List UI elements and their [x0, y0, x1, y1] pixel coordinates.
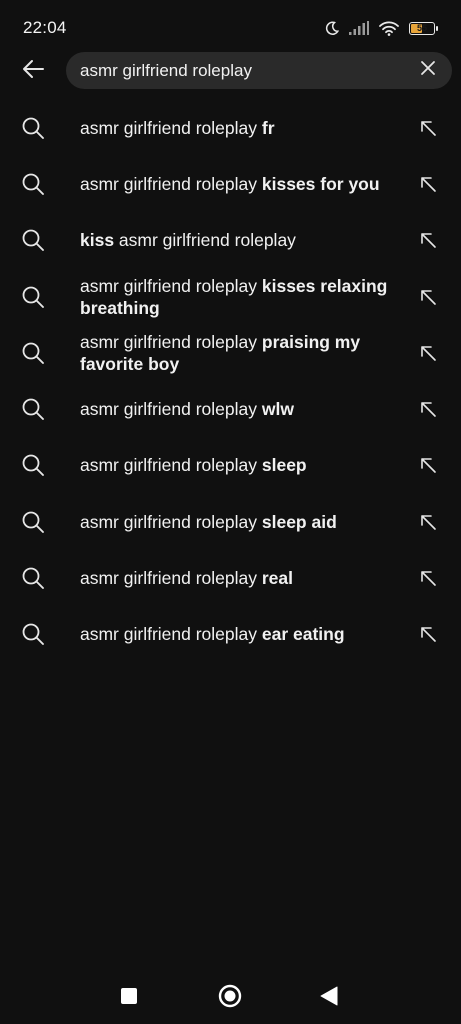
suggestion-prefix: asmr girlfriend roleplay — [80, 568, 262, 588]
search-icon — [21, 453, 45, 477]
arrow-up-left-icon[interactable] — [417, 511, 439, 533]
suggestion-item[interactable]: asmr girlfriend roleplay wlw — [0, 381, 461, 437]
search-header — [0, 52, 461, 90]
search-icon — [21, 228, 45, 252]
suggestion-item[interactable]: asmr girlfriend roleplay sleep aid — [0, 494, 461, 550]
suggestion-prefix: asmr girlfriend roleplay — [80, 455, 262, 475]
back-button[interactable] — [18, 56, 48, 86]
signal-icon — [349, 21, 369, 35]
search-icon — [21, 116, 45, 140]
suggestion-completion: ear eating — [261, 624, 345, 644]
clear-search-button[interactable] — [415, 58, 440, 83]
search-icon — [21, 172, 45, 196]
arrow-up-left-icon[interactable] — [417, 623, 439, 645]
suggestion-item[interactable]: asmr girlfriend roleplay ear eating — [0, 606, 461, 662]
suggestion-prefix: asmr girlfriend roleplay — [80, 332, 262, 352]
suggestion-suffix: asmr girlfriend roleplay — [114, 230, 296, 250]
suggestion-completion: real — [261, 568, 294, 588]
nav-bar — [0, 968, 461, 1024]
suggestion-completion: sleep aid — [261, 512, 337, 532]
suggestion-prefix: asmr girlfriend roleplay — [80, 174, 262, 194]
suggestion-text: asmr girlfriend roleplay sleep — [80, 454, 410, 476]
arrow-up-left-icon[interactable] — [417, 567, 439, 589]
arrow-up-left-icon[interactable] — [417, 229, 439, 251]
suggestion-item[interactable]: asmr girlfriend roleplay real — [0, 550, 461, 606]
arrow-up-left-icon[interactable] — [417, 398, 439, 420]
search-icon — [21, 341, 45, 365]
suggestion-text: asmr girlfriend roleplay sleep aid — [80, 511, 410, 533]
suggestion-text: asmr girlfriend roleplay kisses for you — [80, 173, 410, 195]
suggestion-text: asmr girlfriend roleplay wlw — [80, 398, 410, 420]
suggestion-completion: kisses for you — [261, 174, 380, 194]
triangle-back-icon[interactable] — [320, 986, 338, 1006]
suggestion-item[interactable]: asmr girlfriend roleplay kisses relaxing… — [0, 269, 461, 325]
suggestion-text: kiss asmr girlfriend roleplay — [80, 229, 410, 251]
search-box — [66, 52, 452, 89]
search-icon — [21, 510, 45, 534]
suggestion-prefix: asmr girlfriend roleplay — [80, 399, 262, 419]
suggestion-text: asmr girlfriend roleplay fr — [80, 117, 410, 139]
battery-icon: 55 — [409, 21, 438, 35]
suggestion-item[interactable]: asmr girlfriend roleplay sleep — [0, 437, 461, 493]
arrow-up-left-icon[interactable] — [417, 454, 439, 476]
suggestion-text: asmr girlfriend roleplay praising my fav… — [80, 331, 410, 375]
suggestion-item[interactable]: asmr girlfriend roleplay fr — [0, 100, 461, 156]
suggestion-prefix: asmr girlfriend roleplay — [80, 118, 262, 138]
search-icon — [21, 566, 45, 590]
suggestion-item[interactable]: asmr girlfriend roleplay praising my fav… — [0, 325, 461, 381]
arrow-up-left-icon[interactable] — [417, 342, 439, 364]
suggestion-completion: kiss — [80, 230, 115, 250]
search-icon — [21, 285, 45, 309]
arrow-up-left-icon[interactable] — [417, 286, 439, 308]
close-icon — [420, 60, 436, 81]
search-icon — [21, 397, 45, 421]
status-time: 22:04 — [23, 18, 67, 37]
suggestion-text: asmr girlfriend roleplay ear eating — [80, 623, 410, 645]
suggestion-item[interactable]: asmr girlfriend roleplay kisses for you — [0, 156, 461, 212]
suggestion-prefix: asmr girlfriend roleplay — [80, 512, 262, 532]
search-icon — [21, 622, 45, 646]
moon-icon — [325, 20, 339, 36]
suggestion-text: asmr girlfriend roleplay kisses relaxing… — [80, 275, 410, 319]
suggestion-completion: fr — [261, 118, 275, 138]
circle-home-icon[interactable] — [218, 984, 242, 1008]
arrow-up-left-icon[interactable] — [417, 173, 439, 195]
search-input[interactable] — [80, 52, 400, 89]
suggestion-completion: sleep — [261, 455, 307, 475]
arrow-up-left-icon[interactable] — [417, 117, 439, 139]
suggestion-item[interactable]: kiss asmr girlfriend roleplay — [0, 212, 461, 268]
status-bar: 22:04 55 — [0, 0, 461, 52]
suggestion-text: asmr girlfriend roleplay real — [80, 567, 410, 589]
arrow-left-icon — [21, 59, 45, 84]
suggestion-prefix: asmr girlfriend roleplay — [80, 624, 262, 644]
square-recents-icon[interactable] — [121, 988, 137, 1004]
status-icons: 55 — [325, 18, 438, 38]
suggestion-prefix: asmr girlfriend roleplay — [80, 276, 262, 296]
suggestion-completion: wlw — [261, 399, 294, 419]
battery-level: 55 — [416, 22, 427, 33]
wifi-icon — [379, 21, 399, 36]
